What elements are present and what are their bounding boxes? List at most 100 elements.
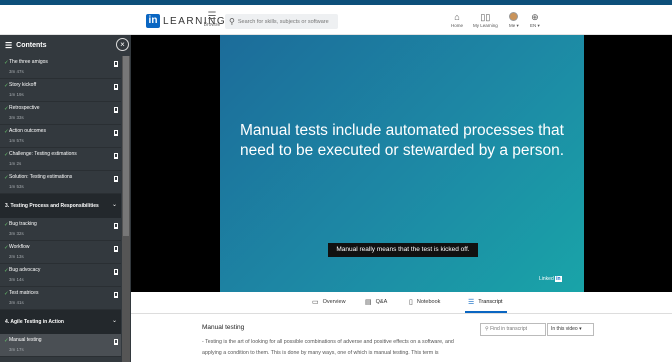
nav-me-label: Me ▾: [509, 23, 519, 28]
tab-overview-label: Overview: [322, 299, 346, 305]
tab-transcript[interactable]: ☰ Transcript: [468, 298, 503, 306]
video-caption: Manual really means that the test is kic…: [328, 243, 478, 257]
toc-item[interactable]: ✓ Story kickoff 1m 19s: [0, 79, 121, 102]
toc-item[interactable]: ✓ Action outcomes 1m 57s: [0, 125, 121, 148]
toc-item-title: Story kickoff: [9, 82, 37, 88]
toc-item-duration: 1m 2s: [9, 161, 22, 166]
tab-qa[interactable]: ▤ Q&A: [365, 298, 387, 306]
toc-item-title: Retrospective: [9, 105, 40, 111]
bookmark-icon[interactable]: [114, 223, 118, 229]
bookmark-icon[interactable]: [114, 153, 118, 159]
check-icon: ✓: [4, 106, 9, 112]
transcript-title: Manual testing: [202, 324, 245, 331]
toc-section-title: 3. Testing Process and Responsibilities: [5, 203, 99, 209]
check-icon: ✓: [4, 268, 9, 274]
toc-item-duration: 3m 32s: [9, 231, 24, 236]
scope-value: In this video: [551, 326, 578, 332]
toc-item-active[interactable]: ✓ Manual testing 3m 17s: [0, 334, 121, 357]
toc-item[interactable]: ✓ Test matrices 3m 41s: [0, 287, 121, 310]
search-box[interactable]: ⚲: [225, 14, 338, 29]
transcript-scope-select[interactable]: In this video ▾: [547, 323, 594, 336]
toc-item-duration: 3m 17s: [9, 347, 24, 352]
toc-item-duration: 3m 33s: [9, 115, 24, 120]
grid-menu-icon: ☰: [207, 11, 217, 22]
toc-item-duration: 2m 13s: [9, 254, 24, 259]
toc-item[interactable]: ✓ The three amigos 3m 47s: [0, 56, 121, 79]
sidebar-scrollbar[interactable]: [122, 56, 130, 362]
toc-item[interactable]: ✓ Solution: Testing estimations 1m 53s: [0, 171, 121, 194]
toc-item-duration: 1m 57s: [9, 138, 24, 143]
video-player[interactable]: Manual tests include automated processes…: [131, 35, 672, 292]
nav-home[interactable]: ⌂ Home: [451, 12, 463, 28]
transcript-search-placeholder: Find in transcript: [490, 326, 528, 332]
content-tabs: ▭ Overview ▤ Q&A ▯ Notebook ☰ Transcript: [131, 292, 672, 314]
bookmark-icon[interactable]: [114, 61, 118, 67]
transcript-search-input[interactable]: ⚲ Find in transcript: [480, 323, 546, 336]
check-icon: ✓: [4, 175, 9, 181]
toc-item[interactable]: ✓ Workflow 2m 13s: [0, 241, 121, 264]
tab-notebook-label: Notebook: [416, 299, 441, 305]
toc-item[interactable]: ✓ Challenge: Testing estimations 1m 2s: [0, 148, 121, 171]
toc-section-title: 4. Agile Testing in Action: [5, 319, 64, 325]
top-header: in LEARNING ☰ Browse ⚲ ⌂ Home ▯▯ My Lear…: [0, 5, 672, 35]
search-input[interactable]: [237, 18, 333, 25]
tab-overview[interactable]: ▭ Overview: [312, 298, 346, 306]
toc-section[interactable]: 3. Testing Process and Responsibilities …: [0, 194, 121, 218]
home-icon: ⌂: [454, 12, 460, 22]
video-slide: Manual tests include automated processes…: [220, 35, 584, 292]
bookmark-icon[interactable]: [114, 292, 118, 298]
toc-item-duration: 1m 19s: [9, 92, 24, 97]
close-sidebar-button[interactable]: ×: [116, 38, 129, 51]
linkedin-watermark: Linked in: [539, 276, 562, 282]
book-icon: ▯▯: [480, 12, 491, 22]
nav-me[interactable]: Me ▾: [509, 12, 519, 29]
toc-section[interactable]: 4. Agile Testing in Action ⌄: [0, 310, 121, 334]
bookmark-icon[interactable]: [114, 246, 118, 252]
monitor-icon: ▭: [312, 299, 319, 306]
chevron-down-icon: ⌄: [111, 318, 117, 324]
check-icon: ✓: [4, 245, 9, 251]
toc-item-title: Challenge: Testing estimations: [9, 151, 77, 157]
toc-item[interactable]: ✓ Bug advocacy 3m 14s: [0, 264, 121, 287]
bookmark-icon[interactable]: [114, 339, 118, 345]
bookmark-icon[interactable]: [114, 130, 118, 136]
toc-item-title: Test matrices: [9, 290, 39, 296]
globe-icon: ⊕: [531, 12, 539, 22]
transcript-icon: ☰: [468, 299, 475, 306]
check-icon: ✓: [4, 152, 9, 158]
check-icon: ✓: [4, 222, 9, 228]
toc-item[interactable]: ✓ Bug tracking 3m 32s: [0, 218, 121, 241]
browse-button[interactable]: ☰ Browse: [203, 11, 221, 29]
nav-language-label: EN ▾: [530, 23, 540, 28]
chevron-down-icon: ⌄: [111, 202, 117, 208]
watermark-text: Linked: [539, 276, 554, 282]
tab-qa-label: Q&A: [375, 299, 388, 305]
toc-item-duration: 3m 14s: [9, 277, 24, 282]
toc-item-title: Bug tracking: [9, 221, 37, 227]
check-icon: ✓: [4, 60, 9, 66]
active-tab-indicator: [465, 311, 507, 313]
sidebar-title: Contents: [16, 42, 47, 49]
close-icon: ×: [120, 40, 125, 49]
watermark-badge: in: [555, 276, 562, 282]
bookmark-icon[interactable]: [114, 269, 118, 275]
bookmark-icon[interactable]: [114, 176, 118, 182]
toc-item-duration: 3m 47s: [9, 69, 24, 74]
search-icon: ⚲: [229, 17, 235, 26]
chevron-down-icon: ▾: [579, 326, 582, 332]
list-icon: ☰: [5, 41, 13, 50]
check-icon: ✓: [4, 83, 9, 89]
toc-item-title: The three amigos: [9, 59, 48, 65]
scrollbar-thumb[interactable]: [123, 56, 129, 236]
bookmark-icon[interactable]: [114, 107, 118, 113]
tab-notebook[interactable]: ▯ Notebook: [409, 298, 440, 306]
nav-my-learning[interactable]: ▯▯ My Learning: [473, 12, 498, 28]
slide-text: Manual tests include automated processes…: [240, 122, 564, 159]
nav-language[interactable]: ⊕ EN ▾: [530, 12, 540, 29]
nav-my-learning-label: My Learning: [473, 23, 498, 28]
toc-item-duration: 1m 53s: [9, 184, 24, 189]
avatar: [509, 12, 519, 21]
toc-item[interactable]: ✓ Retrospective 3m 33s: [0, 102, 121, 125]
bookmark-icon[interactable]: [114, 84, 118, 90]
check-icon: ✓: [4, 291, 9, 297]
